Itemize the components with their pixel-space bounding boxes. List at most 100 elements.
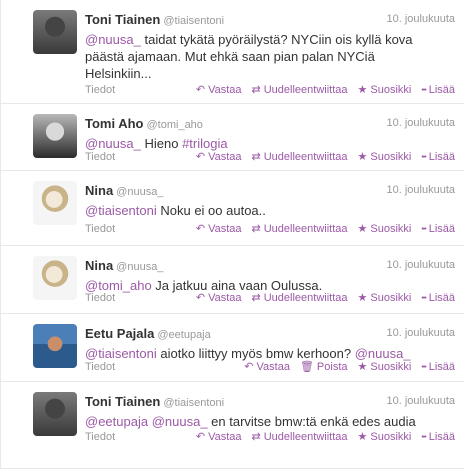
vastaa-button[interactable]: ↶ Vastaa	[244, 361, 290, 373]
tweet-timestamp[interactable]: 10. joulukuuta	[387, 184, 456, 196]
author-name[interactable]: Nina	[85, 183, 113, 198]
vastaa-button[interactable]: ↶ Vastaa	[196, 223, 242, 235]
suosikki-button[interactable]: ★ Suosikki	[358, 223, 412, 235]
star-icon: ★	[357, 150, 368, 163]
uudelleentwiittaa-button[interactable]: ⇄ Uudelleentwiittaa	[252, 84, 348, 96]
retweet-icon: ⇄	[251, 150, 261, 163]
details-link[interactable]: Tiedot	[85, 84, 115, 96]
details-link[interactable]: Tiedot	[85, 292, 115, 304]
mention-link[interactable]: @nuusa_	[355, 346, 411, 361]
action-label: Suosikki	[370, 223, 412, 235]
tweet-timestamp[interactable]: 10. joulukuuta	[387, 13, 456, 25]
tweet-header: Nina @nuusa_ 10. joulukuuta	[85, 183, 455, 199]
avatar[interactable]	[33, 181, 77, 225]
reply-icon: ↶	[195, 83, 206, 96]
tweet-item[interactable]: Eetu Pajala @eetupaja 10. joulukuuta @tiais…	[1, 314, 464, 382]
author-name[interactable]: Toni Tiainen	[85, 394, 160, 409]
lis--button[interactable]: ••• Lisää	[421, 292, 455, 304]
avatar[interactable]	[33, 324, 77, 368]
avatar[interactable]	[33, 392, 77, 436]
vastaa-button[interactable]: ↶ Vastaa	[196, 151, 242, 163]
action-label: Poista	[316, 361, 348, 373]
tweet-header: Toni Tiainen @tiaisentoni 10. joulukuuta	[85, 12, 455, 28]
action-label: Uudelleentwiittaa	[263, 223, 348, 235]
tweet-timestamp[interactable]: 10. joulukuuta	[387, 327, 456, 339]
details-link[interactable]: Tiedot	[85, 431, 115, 443]
lis--button[interactable]: ••• Lisää	[421, 84, 455, 96]
suosikki-button[interactable]: ★ Suosikki	[358, 361, 412, 373]
author-name[interactable]: Toni Tiainen	[85, 12, 160, 27]
tweet-text-segment: Ja jatkuu aina vaan Oulussa.	[151, 278, 323, 293]
mention-link[interactable]: @eetupaja	[85, 414, 148, 429]
lis--button[interactable]: ••• Lisää	[421, 431, 455, 443]
action-label: Vastaa	[208, 431, 242, 443]
tweet-item[interactable]: Nina @nuusa_ 10. joulukuuta @tomi_aho Ja ja…	[1, 246, 464, 314]
reply-icon: ↶	[195, 222, 206, 235]
author-handle[interactable]: @tomi_aho	[147, 119, 203, 131]
uudelleentwiittaa-button[interactable]: ⇄ Uudelleentwiittaa	[252, 223, 348, 235]
suosikki-button[interactable]: ★ Suosikki	[358, 292, 412, 304]
mention-link[interactable]: @tiaisentoni	[85, 346, 157, 361]
details-link[interactable]: Tiedot	[85, 361, 115, 373]
author-handle[interactable]: @tiaisentoni	[163, 397, 224, 409]
author-handle[interactable]: @tiaisentoni	[163, 15, 224, 27]
tweet-item[interactable]: Toni Tiainen @tiaisentoni 10. joulukuuta @e…	[1, 382, 464, 469]
tweet-text-segment: päästä ajamaan. Mut ehkä saan pian palan…	[85, 49, 375, 64]
tweet-actions: Tiedot ↶ Vastaa ⇄ Uudelleentwiittaa ★ Suosikki…	[85, 223, 455, 237]
action-group: ↶ Vastaa ⇄ Uudelleentwiittaa ★ Suosikki ••• Lis…	[196, 431, 455, 443]
avatar[interactable]	[33, 10, 77, 54]
mention-link[interactable]: @tomi_aho	[85, 278, 152, 293]
mention-link[interactable]: @nuusa_	[85, 136, 141, 151]
avatar[interactable]	[33, 256, 77, 300]
action-label: Vastaa	[208, 84, 242, 96]
tweet-text: @tiaisentoni aiotko liittyy myös bmw ker…	[85, 345, 453, 362]
mention-link[interactable]: @nuusa_	[152, 414, 208, 429]
vastaa-button[interactable]: ↶ Vastaa	[196, 84, 242, 96]
reply-icon: ↶	[195, 291, 206, 304]
hashtag-link[interactable]: #trilogia	[182, 136, 228, 151]
star-icon: ★	[357, 430, 368, 443]
uudelleentwiittaa-button[interactable]: ⇄ Uudelleentwiittaa	[252, 292, 348, 304]
author-name[interactable]: Eetu Pajala	[85, 326, 154, 341]
tweet-timestamp[interactable]: 10. joulukuuta	[387, 259, 456, 271]
avatar[interactable]	[33, 114, 77, 158]
author-handle[interactable]: @nuusa_	[116, 261, 163, 273]
more-icon: •••	[421, 225, 426, 233]
tweet-item[interactable]: Tomi Aho @tomi_aho 10. joulukuuta @nuusa_ H…	[1, 104, 464, 171]
mention-link[interactable]: @tiaisentoni	[85, 203, 157, 218]
tweet-item[interactable]: Nina @nuusa_ 10. joulukuuta @tiaisentoni No…	[1, 171, 464, 246]
tweet-actions: Tiedot ↶ Vastaa ⇄ Uudelleentwiittaa ★ Suosikki…	[85, 84, 455, 98]
details-link[interactable]: Tiedot	[85, 223, 115, 235]
uudelleentwiittaa-button[interactable]: ⇄ Uudelleentwiittaa	[252, 431, 348, 443]
tweet-timestamp[interactable]: 10. joulukuuta	[387, 117, 456, 129]
tweet-text-line: päästä ajamaan. Mut ehkä saan pian palan…	[85, 48, 453, 65]
author-handle[interactable]: @nuusa_	[116, 186, 163, 198]
suosikki-button[interactable]: ★ Suosikki	[358, 151, 412, 163]
author-name[interactable]: Tomi Aho	[85, 116, 144, 131]
uudelleentwiittaa-button[interactable]: ⇄ Uudelleentwiittaa	[252, 151, 348, 163]
lis--button[interactable]: ••• Lisää	[421, 223, 455, 235]
action-label: Uudelleentwiittaa	[263, 431, 348, 443]
tweet-header: Nina @nuusa_ 10. joulukuuta	[85, 258, 455, 274]
action-label: Lisää	[428, 361, 455, 373]
poista-button[interactable]: 🗑 Poista	[300, 361, 348, 373]
tweet-text-line: @nuusa_ Hieno #trilogia	[85, 135, 453, 152]
tweet-actions: Tiedot ↶ Vastaa ⇄ Uudelleentwiittaa ★ Suosikki…	[85, 292, 455, 306]
suosikki-button[interactable]: ★ Suosikki	[358, 431, 412, 443]
details-link[interactable]: Tiedot	[85, 151, 115, 163]
lis--button[interactable]: ••• Lisää	[421, 361, 455, 373]
author-handle[interactable]: @eetupaja	[157, 329, 210, 341]
mention-link[interactable]: @nuusa_	[85, 32, 141, 47]
lis--button[interactable]: ••• Lisää	[421, 151, 455, 163]
tweet-text: @eetupaja @nuusa_ en tarvitse bmw:tä enk…	[85, 413, 453, 430]
tweet-text-line: @tiaisentoni Noku ei oo autoa..	[85, 202, 453, 219]
tweet-text-line: Helsinkiin...	[85, 65, 453, 82]
author-name[interactable]: Nina	[85, 258, 113, 273]
tweet-text-line: @nuusa_ taidat tykätä pyöräilystä? NYCii…	[85, 31, 453, 48]
tweet-timestamp[interactable]: 10. joulukuuta	[387, 395, 456, 407]
suosikki-button[interactable]: ★ Suosikki	[358, 84, 412, 96]
tweet-item[interactable]: Toni Tiainen @tiaisentoni 10. joulukuuta @n…	[1, 0, 464, 104]
vastaa-button[interactable]: ↶ Vastaa	[196, 292, 242, 304]
vastaa-button[interactable]: ↶ Vastaa	[196, 431, 242, 443]
action-label: Suosikki	[370, 431, 412, 443]
